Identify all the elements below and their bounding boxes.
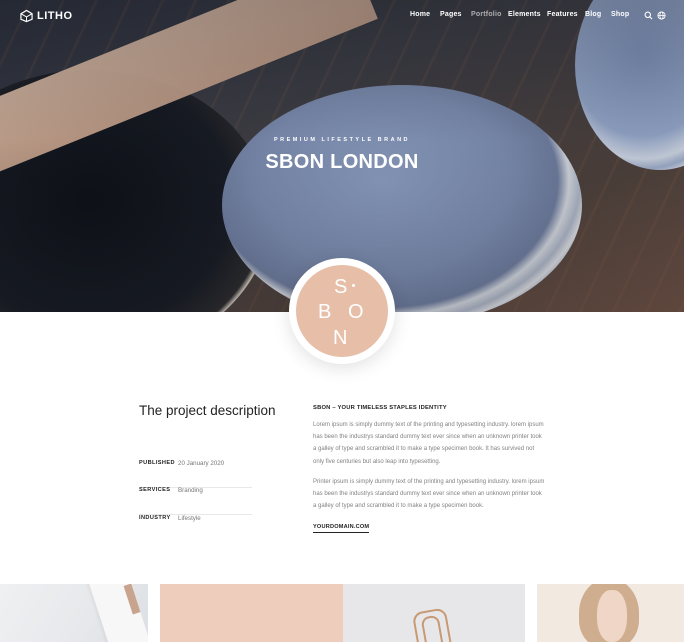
meta-row-services: SERVICES Branding [139,487,252,515]
brand-badge: S B O N [289,258,395,364]
badge-letter-n: N [333,327,349,349]
project-heading: SBON – YOUR TIMELESS STAPLES IDENTITY [313,405,447,411]
nav-item-home[interactable]: Home [410,11,430,18]
meta-row-industry: INDUSTRY Lifestyle [139,515,252,543]
meta-label: INDUSTRY [139,515,171,521]
gallery-image-blush[interactable] [160,584,343,642]
badge-letter-o: O [348,301,365,323]
litho-logo-icon [20,9,33,23]
meta-label: SERVICES [139,487,171,493]
meta-value: 20 January 2020 [178,459,225,467]
meta-value: Lifestyle [178,514,201,522]
nav-item-shop[interactable]: Shop [611,11,629,18]
nav-item-pages[interactable]: Pages [440,11,462,18]
search-icon[interactable] [644,11,653,20]
meta-row-published: PUBLISHED 20 January 2020 [139,460,252,488]
nav-item-portfolio[interactable]: Portfolio [471,11,502,18]
meta-label: PUBLISHED [139,460,175,466]
brand-badge-circle: S B O N [296,265,388,357]
project-domain-link[interactable]: YOURDOMAIN.COM [313,524,370,533]
project-title: The project description [139,403,276,418]
hero-subtitle: PREMIUM LIFESTYLE BRAND [273,137,411,143]
badge-letter-s: S [334,276,349,298]
nav-item-features[interactable]: Features [547,11,578,18]
badge-dot [352,284,355,287]
badge-letter-b: B [318,301,333,323]
nav-item-blog[interactable]: Blog [585,11,601,18]
top-navigation: LITHO Home Pages Portfolio Elements Feat… [0,0,684,32]
gallery-image-clip[interactable] [343,584,525,642]
nav-item-elements[interactable]: Elements [508,11,541,18]
gallery-image-portrait[interactable] [537,584,684,642]
project-paragraph: Lorem ipsum is simply dummy text of the … [313,422,544,465]
brand-name: LITHO [37,10,73,22]
portrait-face [597,590,627,642]
gallery-card-shape [88,584,148,642]
gallery-image-stationery[interactable] [0,584,148,642]
brand-logo[interactable]: LITHO [20,9,73,23]
globe-icon[interactable] [657,11,666,20]
hero-title: SBON LONDON [265,151,419,173]
project-paragraph: Printer ipsum is simply dummy text of th… [313,479,545,510]
meta-value: Branding [178,486,203,494]
